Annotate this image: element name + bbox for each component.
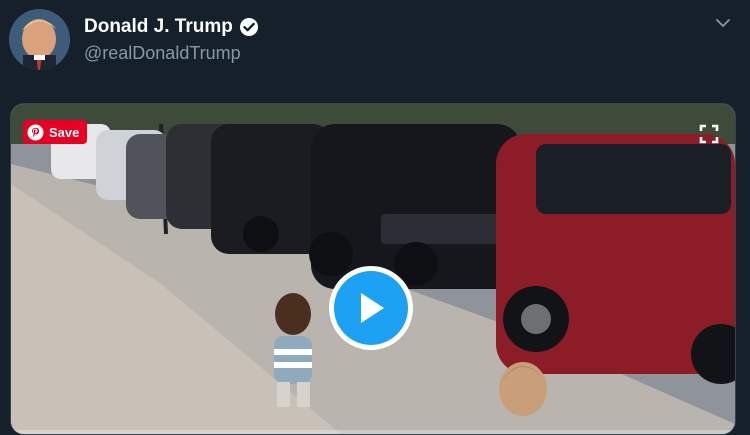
display-name[interactable]: Donald J. Trump	[84, 16, 233, 38]
video-player[interactable]: Save	[10, 103, 736, 435]
play-button[interactable]	[329, 266, 413, 350]
pinterest-icon	[27, 124, 44, 140]
fullscreen-icon[interactable]	[699, 124, 719, 144]
verified-badge-icon	[239, 18, 258, 36]
user-handle[interactable]: @realDonaldTrump	[84, 43, 241, 64]
chevron-down-icon[interactable]	[714, 14, 732, 32]
play-icon	[361, 293, 384, 323]
video-progress-bar[interactable]	[11, 430, 735, 434]
save-label: Save	[49, 124, 80, 140]
pinterest-save-button[interactable]: Save	[23, 120, 88, 144]
avatar-image	[9, 9, 70, 70]
avatar[interactable]	[9, 9, 70, 70]
